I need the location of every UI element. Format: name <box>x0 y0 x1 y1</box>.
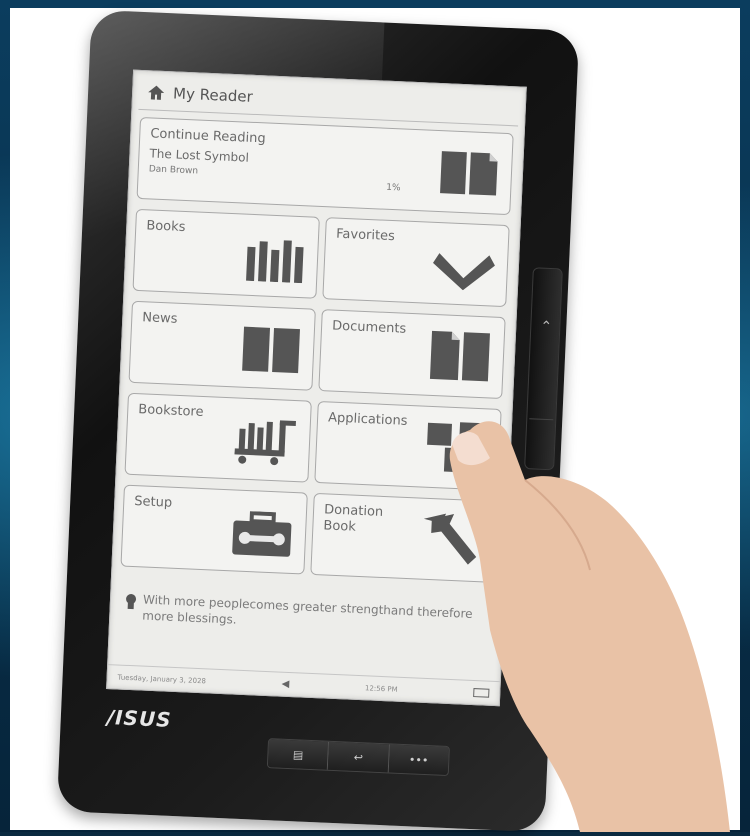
cart-icon <box>234 414 298 471</box>
documents-icon <box>428 329 492 388</box>
more-dots-icon: ••• <box>408 752 429 767</box>
page-title: My Reader <box>172 84 254 106</box>
books-tile[interactable]: Books <box>132 208 320 299</box>
asus-logo: /ISUS <box>106 705 173 732</box>
documents-label: Documents <box>331 318 407 337</box>
books-label: Books <box>146 218 186 236</box>
home-icon[interactable] <box>147 84 166 101</box>
setup-label: Setup <box>133 494 173 511</box>
speaker-icon[interactable]: ◀ <box>281 679 289 690</box>
documents-tile[interactable]: Documents <box>318 309 506 400</box>
open-book-icon <box>438 147 500 204</box>
back-arrow-icon: ↩ <box>353 750 364 764</box>
status-time: 12:56 PM <box>364 683 398 694</box>
hand-image <box>430 410 750 832</box>
toolbox-icon <box>230 510 294 563</box>
lightbulb-icon <box>124 593 137 616</box>
news-label: News <box>142 310 178 327</box>
menu-icon: ▤ <box>292 747 304 762</box>
book-author: Dan Brown <box>148 164 199 177</box>
bookstore-tile[interactable]: Bookstore <box>124 392 312 483</box>
screen-header: My Reader <box>147 81 254 108</box>
news-tile[interactable]: News <box>128 300 316 391</box>
book-title: The Lost Symbol <box>149 146 250 165</box>
bookstore-label: Bookstore <box>137 402 204 420</box>
donation-book-label: Donation Book <box>323 502 384 535</box>
status-date: Tuesday, January 3, 2028 <box>117 673 207 685</box>
chevron-up-icon: ⌃ <box>539 318 553 336</box>
books-icon <box>244 237 306 288</box>
favorites-label: Favorites <box>335 226 396 245</box>
continue-reading-tile[interactable]: Continue Reading The Lost Symbol Dan Bro… <box>136 116 514 216</box>
setup-tile[interactable]: Setup <box>120 484 308 575</box>
heart-icon <box>432 245 496 296</box>
newspaper-icon <box>240 325 302 380</box>
favorites-tile[interactable]: Favorites <box>322 217 510 308</box>
reading-progress: 1% <box>386 182 401 194</box>
back-button[interactable]: ↩ <box>328 741 390 773</box>
continue-reading-label: Continue Reading <box>150 126 266 147</box>
menu-button[interactable]: ▤ <box>267 739 330 770</box>
applications-label: Applications <box>327 410 408 429</box>
